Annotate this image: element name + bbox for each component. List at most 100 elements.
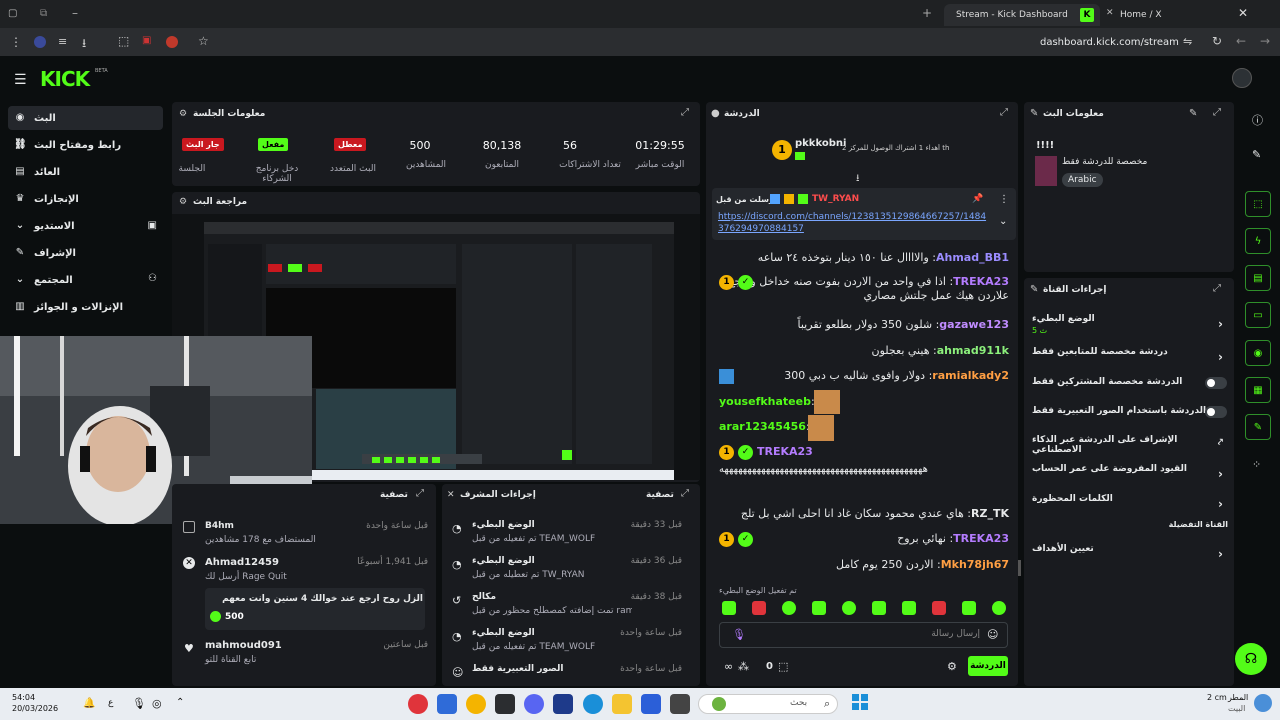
microphone-icon[interactable]: 🎙 (732, 628, 746, 641)
layout-icon[interactable]: ▦ (1245, 377, 1271, 403)
discord-icon[interactable] (524, 694, 544, 714)
kicks-icon[interactable]: ∞ (724, 660, 733, 673)
notes-icon[interactable]: ▤ (1245, 265, 1271, 291)
chat-scrollbar[interactable] (1018, 560, 1021, 576)
address-bar[interactable]: dashboard.kick.com/stream (1040, 33, 1200, 51)
windows-start-icon[interactable] (852, 694, 868, 710)
expand-icon[interactable]: ⤢ (1213, 107, 1221, 118)
sidebar-item-stream-key[interactable]: ⛓ رابط ومفتاح البث (8, 133, 163, 157)
duplicate-icon[interactable]: ⧉ (40, 8, 47, 19)
app-icon[interactable] (553, 694, 573, 714)
chat-username[interactable]: Mkh78jh67 (941, 558, 1009, 571)
sidebar-item-studio[interactable]: ⌄ الاستديو ▣ (8, 214, 163, 238)
chat-username[interactable]: TREKA23 (953, 275, 1009, 288)
menu-icon[interactable]: ⋮ (10, 35, 22, 49)
adblock-icon[interactable]: ▣ (142, 35, 151, 46)
sidebar-item-revenue[interactable]: ▤ العائد (8, 160, 163, 184)
filter-label[interactable]: تصفية (380, 490, 408, 500)
account-age-row[interactable]: القيود المفروضة على عمر الحساب › (1032, 464, 1227, 484)
hamburger-icon[interactable]: ☰ (14, 72, 27, 88)
expand-icon[interactable]: ⤢ (1000, 107, 1008, 118)
scroll-down-icon[interactable]: ⭳ (856, 171, 860, 188)
wifi-icon[interactable]: ◎ (152, 697, 162, 710)
notification-icon[interactable]: 🔔 (83, 698, 95, 709)
chat-username[interactable]: gazawe123 (939, 318, 1009, 331)
tab-stream[interactable]: Stream - Kick Dashboard K (944, 4, 1100, 26)
minimize-icon[interactable]: – (72, 6, 78, 20)
emote-only-toggle[interactable] (1205, 406, 1227, 418)
more-icon[interactable]: ⋮ (999, 194, 1009, 205)
chat-username[interactable]: yousefkhateeb (719, 395, 811, 408)
app-photos-icon[interactable] (437, 694, 457, 714)
pin-icon[interactable]: 📌 (972, 194, 983, 204)
clip-icon[interactable]: ⬚ (1245, 191, 1271, 217)
expand-icon[interactable]: ⤢ (416, 488, 424, 499)
extension-icon[interactable] (34, 36, 46, 48)
kick-logo[interactable]: KICK (40, 67, 90, 91)
chat-username[interactable]: ahmad911k (937, 344, 1009, 357)
chat-username[interactable]: RZ_TK (971, 507, 1009, 520)
reading-list-icon[interactable]: ≡ (58, 35, 67, 48)
chrome-icon[interactable] (466, 694, 486, 714)
language-indicator[interactable]: ع (108, 698, 113, 708)
info-icon[interactable]: ⓘ (1252, 112, 1263, 128)
wrench-icon[interactable]: ✎ (1245, 414, 1271, 440)
chat-username[interactable]: Ahmad_BB1 (936, 251, 1009, 264)
tab-home-x[interactable]: ✕ Home / X (1102, 4, 1252, 26)
edit-icon[interactable]: ✎ (1189, 108, 1197, 119)
settings-icon[interactable]: ⚙ (179, 109, 187, 119)
settings-icon[interactable]: ⚙ (947, 660, 957, 673)
pencil-icon[interactable]: ✎ (1252, 148, 1261, 161)
chevron-up-icon[interactable]: ⌃ (176, 697, 184, 708)
sidebar-item-community[interactable]: ⌄ المجتمع ⚇ (8, 268, 163, 292)
lightning-icon[interactable]: ϟ (1245, 228, 1271, 254)
screenshot-icon[interactable]: ⬚ (118, 34, 129, 48)
app-record-icon[interactable] (408, 694, 428, 714)
gift-icon[interactable]: ⬚ (778, 660, 788, 673)
new-tab-icon[interactable]: + (922, 6, 932, 20)
expand-icon[interactable]: ⤢ (681, 488, 689, 499)
chat-username[interactable]: arar12345456 (719, 420, 806, 433)
site-settings-icon[interactable]: ⇋ (1183, 35, 1192, 48)
avatar[interactable] (1232, 68, 1252, 88)
close-tab-icon[interactable]: ✕ (1106, 8, 1114, 18)
sidebar-item-stream[interactable]: ◉ البث (8, 106, 163, 130)
microphone-icon[interactable]: 🎙 (132, 697, 146, 710)
filter-label[interactable]: تصفية (646, 490, 674, 500)
emoji-icon[interactable]: ☺ (987, 628, 998, 641)
app-icon[interactable] (670, 694, 690, 714)
reload-icon[interactable]: ↻ (1212, 34, 1222, 48)
followers-only-row[interactable]: دردشة مخصصة للمتابعين فقط › (1032, 347, 1227, 367)
close-icon[interactable]: ✕ (447, 490, 455, 500)
chevron-down-icon[interactable]: ⌄ (999, 216, 1007, 227)
subscribers-only-toggle[interactable] (1205, 377, 1227, 389)
ai-moderation-row[interactable]: الإشراف على الدردشة عبر الذكاء الاصطناعي… (1032, 435, 1227, 455)
chat-bubble-icon[interactable]: ▭ (1245, 302, 1271, 328)
abp-icon[interactable] (166, 36, 178, 48)
forward-icon[interactable]: → (1260, 34, 1270, 48)
bookmark-star-icon[interactable]: ☆ (198, 34, 209, 48)
file-explorer-icon[interactable] (612, 694, 632, 714)
category-name[interactable]: مخصصة للدردشة فقط (1062, 157, 1147, 167)
chat-username[interactable]: TREKA23 (757, 445, 813, 458)
store-icon[interactable] (641, 694, 661, 714)
download-icon[interactable]: ⭳ (82, 34, 86, 55)
pinned-link[interactable]: https://discord.com/channels/12381351298… (718, 211, 990, 235)
clock-time[interactable]: 54:04 (12, 693, 35, 702)
slow-mode-row[interactable]: الوضع البطيء › (1032, 314, 1227, 334)
sidebar-item-moderation[interactable]: ✎ الإشراف (8, 241, 163, 265)
sidebar-item-drops[interactable]: ▥ الإنزالات و الجوائز (8, 295, 163, 319)
more-options-icon[interactable]: ⁘ (1252, 458, 1261, 471)
edge-icon[interactable] (583, 694, 603, 714)
expand-icon[interactable]: ⤢ (1213, 283, 1221, 294)
send-chat-button[interactable]: الدردشة (968, 656, 1008, 676)
sidebar-item-achievements[interactable]: ♛ الإنجازات (8, 187, 163, 211)
chat-username[interactable]: TREKA23 (953, 532, 1009, 545)
expand-icon[interactable]: ⤢ (681, 107, 689, 118)
set-goals-row[interactable]: تعيين الأهداف › (1032, 544, 1227, 564)
chat-username[interactable]: ramialkady2 (932, 369, 1009, 382)
terminal-icon[interactable] (495, 694, 515, 714)
banned-words-row[interactable]: الكلمات المحظورة › (1032, 494, 1227, 514)
weather-icon[interactable] (1254, 694, 1272, 712)
sidebar-toggle-icon[interactable]: ▢ (8, 8, 22, 20)
